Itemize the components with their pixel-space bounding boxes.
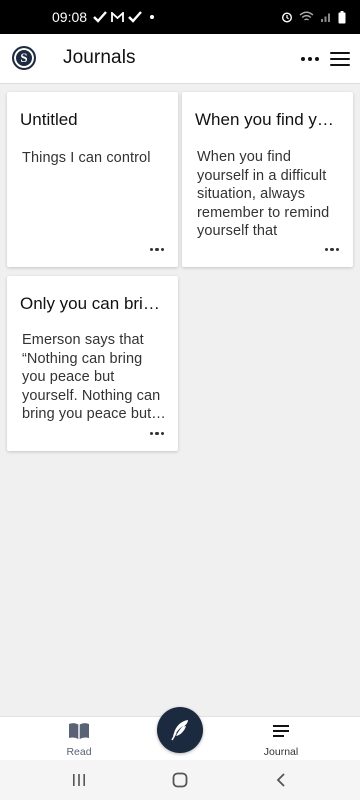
nav-journal-label: Journal — [263, 746, 299, 758]
gmail-icon — [111, 11, 124, 22]
nav-journal[interactable]: Journal — [241, 717, 321, 761]
more-options-button[interactable] — [296, 48, 324, 70]
nav-read[interactable]: Read — [39, 717, 119, 761]
recent-apps-icon — [73, 774, 85, 786]
new-entry-button[interactable] — [157, 707, 203, 753]
more-notifications-dot — [150, 15, 155, 19]
system-icons — [281, 10, 346, 24]
page-title: Journals — [63, 47, 136, 68]
battery-icon — [338, 10, 346, 23]
card-more-icon[interactable] — [324, 247, 339, 251]
home-icon — [172, 772, 188, 788]
home-button[interactable] — [160, 768, 200, 792]
journal-lines-icon — [273, 725, 289, 737]
status-time: 09:08 — [52, 9, 88, 25]
journal-card-title: When you find yourself in a difficult si… — [195, 110, 343, 129]
recent-apps-button[interactable] — [59, 768, 99, 792]
notification-icons — [93, 11, 155, 23]
journal-card[interactable]: Only you can bring yourself peace Emerso… — [7, 276, 178, 451]
journal-card[interactable]: Untitled Things I can control — [7, 92, 178, 267]
back-button[interactable] — [261, 768, 301, 792]
journal-card[interactable]: When you find yourself in a difficult si… — [182, 92, 353, 267]
back-icon — [276, 773, 285, 787]
wifi-icon — [299, 11, 314, 21]
app-logo[interactable]: S — [12, 46, 36, 70]
nav-read-label: Read — [66, 746, 92, 758]
journal-card-title: Untitled — [20, 110, 78, 129]
card-more-icon[interactable] — [149, 431, 164, 435]
status-bar: 09:08 — [0, 0, 360, 34]
system-navigation-bar — [0, 760, 360, 800]
menu-icon[interactable] — [330, 50, 350, 68]
journal-card-body: Emerson says that “Nothing can bring you… — [22, 332, 161, 422]
app-bar: S Journals — [0, 34, 360, 84]
alarm-icon — [281, 12, 293, 23]
journal-card-body: When you find yourself in a difficult si… — [197, 149, 330, 239]
check-icon — [93, 11, 107, 23]
check-icon — [128, 11, 142, 23]
quill-icon — [171, 720, 188, 741]
signal-icon — [321, 13, 330, 22]
journal-card-title: Only you can bring yourself peace — [20, 294, 168, 313]
book-icon — [69, 723, 89, 739]
card-more-icon[interactable] — [149, 247, 164, 251]
journal-card-body: Things I can control — [22, 150, 151, 166]
